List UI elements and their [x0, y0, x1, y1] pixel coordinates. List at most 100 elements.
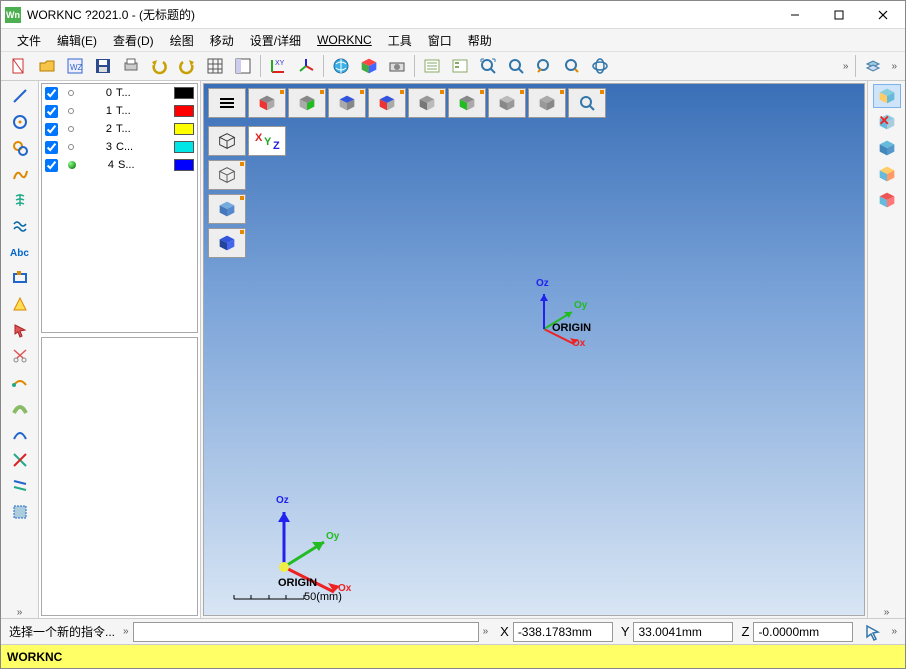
prompt-dropdown[interactable]: »	[119, 626, 133, 637]
open-file-icon[interactable]	[34, 53, 60, 79]
list1-icon[interactable]	[419, 53, 445, 79]
toolbar-overflow-2[interactable]: »	[887, 61, 901, 72]
layer-checkbox[interactable]	[45, 123, 58, 136]
coord-overflow[interactable]: »	[887, 626, 901, 637]
pick-icon[interactable]	[6, 318, 34, 342]
toolbar-overflow[interactable]: »	[839, 61, 853, 72]
arc-icon[interactable]	[6, 422, 34, 446]
camera-icon[interactable]	[384, 53, 410, 79]
layers-icon[interactable]	[860, 53, 886, 79]
viewcube-green-icon[interactable]	[288, 88, 326, 118]
zoom-all-icon[interactable]	[475, 53, 501, 79]
viewport-3d[interactable]: XYZ Oz Oy Ox ORIGIN	[203, 83, 865, 616]
viewcube-gray3-icon[interactable]	[528, 88, 566, 118]
viewcube-wire2-icon[interactable]	[208, 160, 246, 190]
axes-label-icon[interactable]: XYZ	[248, 126, 286, 156]
panel-icon[interactable]	[230, 53, 256, 79]
cube-face-icon[interactable]	[873, 136, 901, 160]
circle-2-icon[interactable]	[6, 136, 34, 160]
list2-icon[interactable]	[447, 53, 473, 79]
rotate-icon[interactable]	[587, 53, 613, 79]
viewcube-gray2-icon[interactable]	[488, 88, 526, 118]
cube-blue-icon[interactable]	[873, 84, 901, 108]
left-overflow[interactable]: »	[13, 607, 27, 618]
menu-draw[interactable]: 绘图	[162, 30, 202, 51]
menu-tools[interactable]: 工具	[380, 30, 420, 51]
viewcube-zoom-icon[interactable]	[568, 88, 606, 118]
right-overflow[interactable]: »	[880, 607, 894, 618]
layer-swatch[interactable]	[174, 105, 194, 117]
cube-edge-icon[interactable]	[873, 162, 901, 186]
layer-checkbox[interactable]	[45, 105, 58, 118]
hatch-icon[interactable]	[6, 292, 34, 316]
circle-icon[interactable]	[6, 110, 34, 134]
blend-icon[interactable]	[6, 396, 34, 420]
zoom-next-icon[interactable]	[559, 53, 585, 79]
command-input[interactable]	[133, 622, 479, 642]
minimize-button[interactable]	[773, 1, 817, 29]
viewcube-solid-icon[interactable]	[208, 228, 246, 258]
trim-icon[interactable]	[6, 344, 34, 368]
layer-swatch[interactable]	[174, 123, 194, 135]
menu-move[interactable]: 移动	[202, 30, 242, 51]
layer-list[interactable]: 0 T... 1 T... 2 T... 3	[41, 83, 198, 333]
draw-line-icon[interactable]	[6, 84, 34, 108]
cube-x-icon[interactable]	[873, 110, 901, 134]
select-rect-icon[interactable]	[6, 500, 34, 524]
rect-icon[interactable]	[6, 266, 34, 290]
layer-swatch[interactable]	[174, 141, 194, 153]
app-wz-icon[interactable]: WZ	[62, 53, 88, 79]
cmd-overflow[interactable]: »	[479, 626, 493, 637]
maximize-button[interactable]	[817, 1, 861, 29]
viewcube-red-icon[interactable]	[248, 88, 286, 118]
wave-icon[interactable]	[6, 214, 34, 238]
layer-swatch[interactable]	[174, 87, 194, 99]
cube-colored-icon[interactable]	[356, 53, 382, 79]
menu-edit[interactable]: 编辑(E)	[49, 30, 105, 51]
undo-icon[interactable]	[146, 53, 172, 79]
grid-icon[interactable]	[202, 53, 228, 79]
menu-settings[interactable]: 设置/详细	[242, 30, 309, 51]
x-input[interactable]	[513, 622, 613, 642]
new-file-icon[interactable]	[6, 53, 32, 79]
helix-icon[interactable]	[6, 188, 34, 212]
zoom-win-icon[interactable]	[503, 53, 529, 79]
layer-checkbox[interactable]	[45, 87, 58, 100]
viewcube-dual-icon[interactable]	[368, 88, 406, 118]
layer-swatch[interactable]	[174, 159, 194, 171]
globe-icon[interactable]	[328, 53, 354, 79]
menu-view[interactable]: 查看(D)	[105, 30, 162, 51]
axes-3d-icon[interactable]	[293, 53, 319, 79]
text-icon[interactable]: Abc	[6, 240, 34, 264]
spline-icon[interactable]	[6, 162, 34, 186]
menu-window[interactable]: 窗口	[420, 30, 460, 51]
menu-worknc[interactable]: WORKNC	[309, 31, 380, 49]
viewcube-gray1-icon[interactable]	[408, 88, 446, 118]
lines-icon[interactable]	[6, 474, 34, 498]
cross-icon[interactable]	[6, 448, 34, 472]
layer-checkbox[interactable]	[45, 159, 58, 172]
print-icon[interactable]	[118, 53, 144, 79]
y-input[interactable]	[633, 622, 733, 642]
menu-file[interactable]: 文件	[9, 30, 49, 51]
right-toolbar: »	[867, 81, 905, 618]
z-input[interactable]	[753, 622, 853, 642]
save-icon[interactable]	[90, 53, 116, 79]
viewcube-blue-icon[interactable]	[328, 88, 366, 118]
cursor-icon[interactable]	[859, 621, 887, 643]
viewcube-shade-icon[interactable]	[208, 194, 246, 224]
window-title: WORKNC ?2021.0 - (无标题的)	[27, 6, 773, 23]
menu-help[interactable]: 帮助	[460, 30, 500, 51]
redo-icon[interactable]	[174, 53, 200, 79]
cube-red-icon[interactable]	[873, 188, 901, 212]
viewmenu-icon[interactable]	[208, 88, 246, 118]
close-button[interactable]	[861, 1, 905, 29]
layer-checkbox[interactable]	[45, 141, 58, 154]
viewcube-green2-icon[interactable]	[448, 88, 486, 118]
move-icon[interactable]	[6, 370, 34, 394]
zoom-prev-icon[interactable]	[531, 53, 557, 79]
viewcube-wire-icon[interactable]	[208, 126, 246, 156]
left-toolbar: Abc »	[1, 81, 39, 618]
axes-xy-icon[interactable]: XY	[265, 53, 291, 79]
y-label: Y	[613, 624, 634, 639]
